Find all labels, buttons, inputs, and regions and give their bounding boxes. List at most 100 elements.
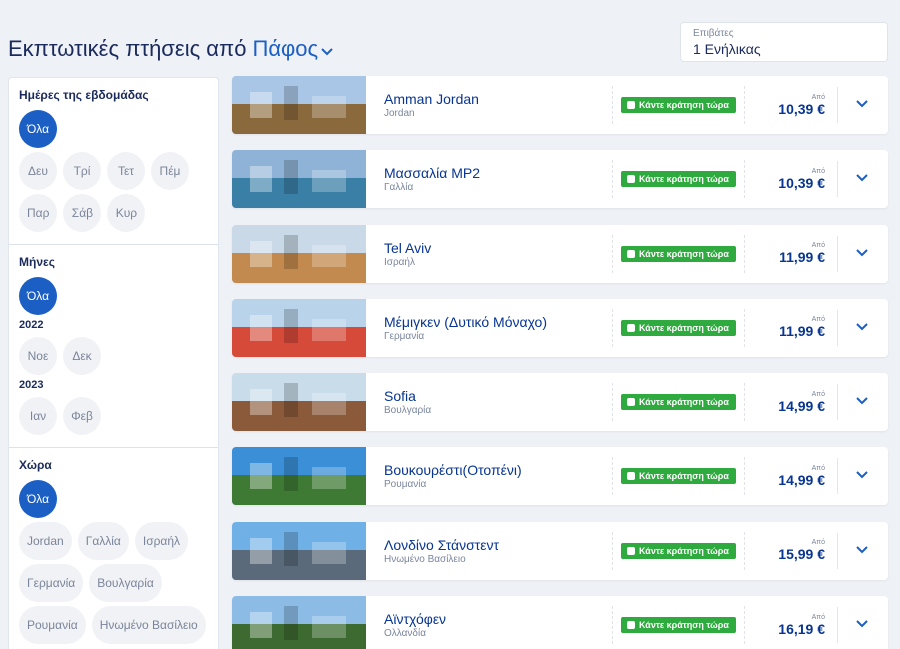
weekday-chip[interactable]: Τετ [107,152,145,190]
country-chip[interactable]: Γαλλία [77,522,129,560]
chevron-down-icon[interactable] [855,542,869,560]
destination-name[interactable]: Sofia [384,388,612,404]
destination-card[interactable]: Αϊντχόφεν Ολλανδία Κάντε κράτηση τώρα Απ… [232,596,888,649]
chevron-down-icon[interactable] [855,393,869,411]
destination-photo [232,224,366,283]
expand-button[interactable] [838,170,886,188]
page-header: Εκπτωτικές πτήσεις από Πάφος Επιβάτες 1 Ε… [8,22,888,72]
expand-button[interactable] [838,542,886,560]
destination-name[interactable]: Μασσαλία MP2 [384,165,612,181]
month-chip[interactable]: Δεκ [63,337,101,375]
country-chip[interactable]: Βουλγαρία [89,564,162,602]
book-now-button[interactable]: Κάντε κράτηση τώρα [621,542,736,559]
origin-city[interactable]: Πάφος [252,36,318,61]
book-now-label: Κάντε κράτηση τώρα [639,545,729,556]
country-chip[interactable]: Ηνωμένο Βασίλειο [91,606,206,644]
expand-button[interactable] [838,616,886,634]
country-chip-all[interactable]: Όλα [19,480,58,518]
month-chip-all[interactable]: Όλα [19,277,58,315]
weekday-chip[interactable]: Κυρ [107,194,146,232]
passengers-value: 1 Ενήλικας [693,41,761,57]
expand-button[interactable] [838,96,886,114]
destination-card[interactable]: Βουκουρέστι(Οτοπένι) Ρουμανία Κάντε κράτ… [232,447,888,506]
expand-button[interactable] [838,467,886,485]
destination-country: Jordan [384,108,415,119]
destination-country: Βουλγαρία [384,405,432,417]
price-value: 15,99 € [778,546,825,563]
page-title: Εκπτωτικές πτήσεις από Πάφος [8,36,334,63]
chevron-down-icon[interactable] [855,616,869,634]
weekday-chip[interactable]: Παρ [19,194,58,232]
book-now-button[interactable]: Κάντε κράτηση τώρα [621,319,736,336]
weekday-chip[interactable]: Σάβ [63,194,102,232]
chevron-down-icon[interactable] [855,467,869,485]
country-chip[interactable]: Γερμανία [19,564,84,602]
chevron-down-icon[interactable] [320,37,334,63]
destination-name[interactable]: Αϊντχόφεν [384,611,612,627]
destination-name[interactable]: Μέμιγκεν (Δυτικό Μόναχο) [384,314,612,330]
destination-card[interactable]: Amman Jordan Jordan Κάντε κράτηση τώρα Α… [232,76,888,134]
price-from-label: Από [811,242,825,250]
chevron-down-icon[interactable] [855,96,869,114]
year-label: 2022 [19,319,44,331]
expand-button[interactable] [838,393,886,411]
expand-button[interactable] [838,245,886,263]
price-from-label: Από [811,390,825,398]
weekday-filter-title: Ημέρες της εβδομάδας [19,88,149,102]
destination-list: Amman Jordan Jordan Κάντε κράτηση τώρα Α… [232,76,888,649]
country-chip[interactable]: Ισραήλ [134,522,189,560]
price-block: Από 10,39 € [757,168,825,191]
price-value: 10,39 € [778,174,825,191]
destination-card[interactable]: Μέμιγκεν (Δυτικό Μόναχο) Γερμανία Κάντε … [232,298,888,357]
price-value: 11,99 € [779,323,825,340]
country-chip[interactable]: Jordan [19,522,72,560]
month-chip[interactable]: Φεβ [63,397,101,435]
book-now-button[interactable]: Κάντε κράτηση τώρα [621,171,736,188]
month-chip[interactable]: Νοε [19,337,57,375]
book-now-button[interactable]: Κάντε κράτηση τώρα [621,245,736,262]
price-value: 11,99 € [779,249,825,266]
destination-name[interactable]: Λονδίνο Στάνστεντ [384,537,612,553]
passengers-label: Επιβάτες [693,28,734,39]
divider [744,531,745,570]
divider [744,308,745,347]
expand-button[interactable] [838,319,886,337]
destination-name[interactable]: Βουκουρέστι(Οτοπένι) [384,462,612,478]
price-from-label: Από [811,316,825,324]
price-value: 14,99 € [778,471,825,488]
month-chip[interactable]: Ιαν [19,397,57,435]
destination-photo [232,596,366,649]
book-now-label: Κάντε κράτηση τώρα [639,248,729,259]
destination-card[interactable]: Λονδίνο Στάνστεντ Ηνωμένο Βασίλειο Κάντε… [232,521,888,580]
destination-card[interactable]: Μασσαλία MP2 Γαλλία Κάντε κράτηση τώρα Α… [232,150,888,209]
tag-icon [627,323,635,332]
weekday-chip-all[interactable]: Όλα [19,110,58,148]
destination-country: Γερμανία [384,330,425,342]
chevron-down-icon[interactable] [855,170,869,188]
book-now-button[interactable]: Κάντε κράτηση τώρα [621,97,736,113]
chevron-down-icon[interactable] [855,245,869,263]
destination-card[interactable]: Sofia Βουλγαρία Κάντε κράτηση τώρα Από 1… [232,373,888,432]
tag-icon [627,546,635,555]
origin-selector[interactable]: Πάφος [252,36,334,61]
passengers-selector[interactable]: Επιβάτες 1 Ενήλικας [680,22,888,62]
destination-name[interactable]: Amman Jordan [384,91,612,107]
book-now-label: Κάντε κράτηση τώρα [639,174,729,185]
filters-panel: Ημέρες της εβδομάδας Όλα Δευ Τρί Τετ Πέμ… [8,77,219,649]
book-now-label: Κάντε κράτηση τώρα [639,620,729,631]
book-now-button[interactable]: Κάντε κράτηση τώρα [621,617,736,634]
divider [744,383,745,422]
weekday-chip[interactable]: Πέμ [151,152,189,190]
weekday-chip[interactable]: Τρί [63,152,101,190]
country-chip[interactable]: Ρουμανία [19,606,86,644]
destination-card[interactable]: Tel Aviv Ισραήλ Κάντε κράτηση τώρα Από 1… [232,224,888,283]
book-now-button[interactable]: Κάντε κράτηση τώρα [621,394,736,411]
price-block: Από 11,99 € [757,242,825,265]
divider [612,308,613,347]
weekday-chip[interactable]: Δευ [19,152,57,190]
book-now-button[interactable]: Κάντε κράτηση τώρα [621,468,736,485]
destination-country: Ηνωμένο Βασίλειο [384,553,466,565]
tag-icon [627,398,635,407]
destination-name[interactable]: Tel Aviv [384,240,612,256]
chevron-down-icon[interactable] [855,319,869,337]
